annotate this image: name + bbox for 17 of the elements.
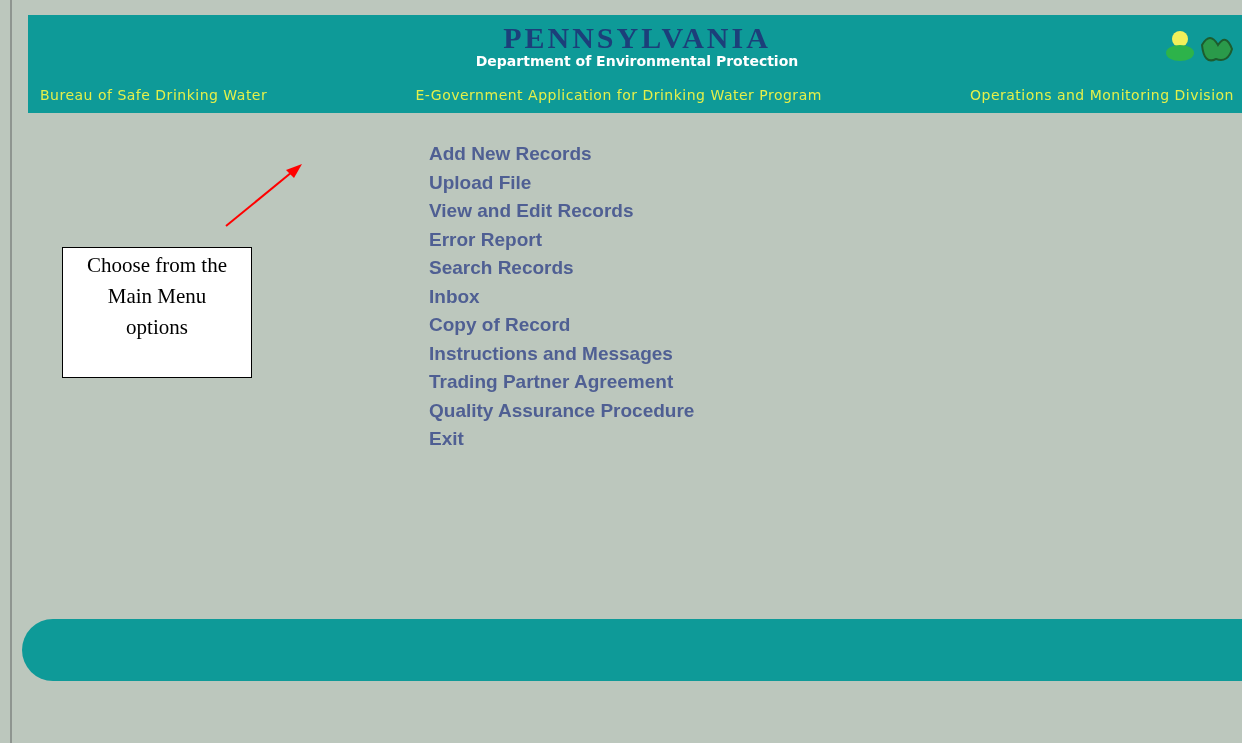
- department-title: Department of Environmental Protection: [475, 53, 799, 70]
- menu-link[interactable]: Quality Assurance Procedure: [429, 399, 695, 421]
- menu-link[interactable]: Error Report: [429, 228, 542, 250]
- application-label: E-Government Application for Drinking Water Program: [415, 87, 822, 103]
- menu-link[interactable]: View and Edit Records: [429, 200, 634, 222]
- division-label: Operations and Monitoring Division: [970, 87, 1234, 103]
- callout-note: Choose from the Main Menu options: [62, 247, 252, 378]
- menu-link[interactable]: Search Records: [429, 257, 574, 279]
- menu-link[interactable]: Upload File: [429, 171, 532, 193]
- bureau-label: Bureau of Safe Drinking Water: [40, 87, 268, 103]
- menu-link[interactable]: Inbox: [429, 285, 480, 307]
- state-name-title: PENNSYLVANIA: [503, 23, 771, 53]
- menu-link[interactable]: Exit: [429, 428, 464, 450]
- menu-link[interactable]: Instructions and Messages: [429, 342, 673, 364]
- menu-link[interactable]: Copy of Record: [429, 314, 571, 336]
- menu-link[interactable]: Add New Records: [429, 143, 592, 165]
- menu-link[interactable]: Trading Partner Agreement: [429, 371, 674, 393]
